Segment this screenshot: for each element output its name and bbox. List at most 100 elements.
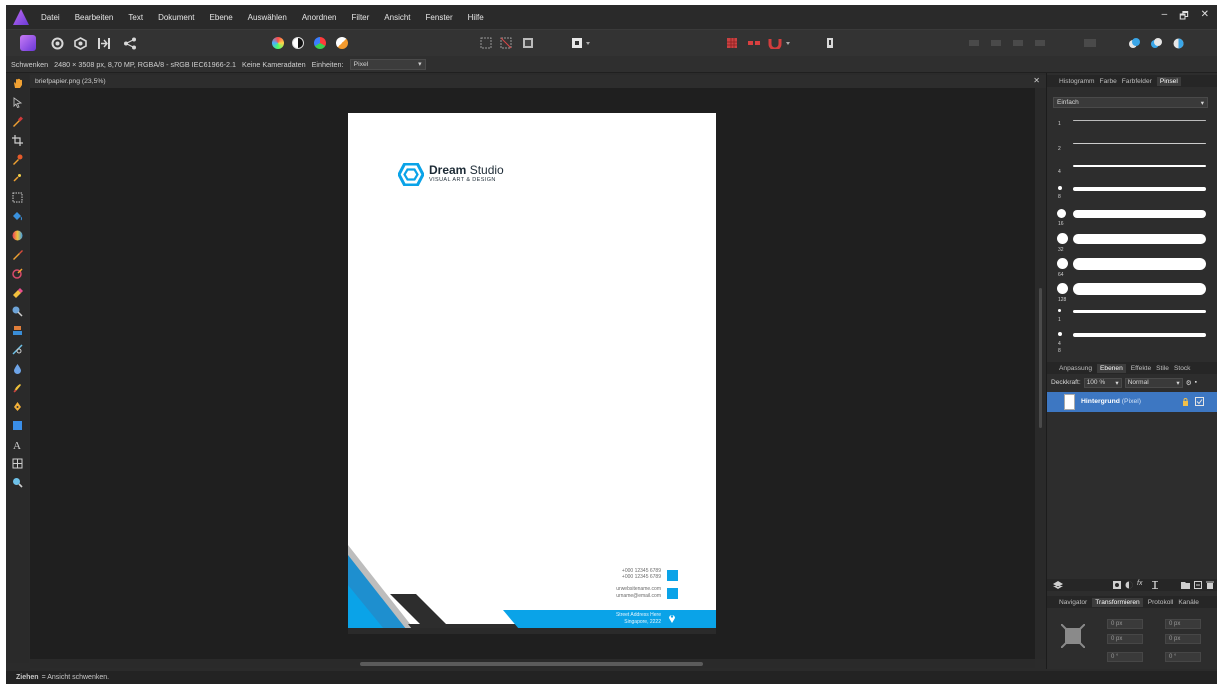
flood-select-tool-icon[interactable] xyxy=(12,173,23,184)
dodge-tool-icon[interactable] xyxy=(12,306,23,317)
gradient-tool-icon[interactable] xyxy=(12,230,23,241)
transform-x-field[interactable]: 0 px xyxy=(1107,619,1143,629)
vertical-scroll-thumb[interactable] xyxy=(1039,288,1042,428)
rectangular-marquee-tool-icon[interactable] xyxy=(12,192,23,203)
tab-histogramm[interactable]: Histogramm xyxy=(1059,78,1095,85)
mask-icon[interactable] xyxy=(1113,581,1121,589)
menu-anordnen[interactable]: Anordnen xyxy=(302,13,337,22)
brush-item[interactable]: 4 xyxy=(1053,330,1208,350)
horizontal-scrollbar[interactable] xyxy=(30,659,1035,668)
folder-icon[interactable] xyxy=(1181,581,1190,589)
close-document-icon[interactable]: ✕ xyxy=(1033,76,1040,85)
flood-fill-tool-icon[interactable] xyxy=(12,211,23,222)
brush-item[interactable]: 8 xyxy=(1053,184,1208,202)
vertical-scrollbar[interactable] xyxy=(1035,88,1046,659)
menu-text[interactable]: Text xyxy=(128,13,143,22)
crop-tool-icon[interactable] xyxy=(12,135,23,146)
menu-ansicht[interactable]: Ansicht xyxy=(384,13,410,22)
brush-item[interactable]: 32 xyxy=(1053,232,1208,256)
menu-dokument[interactable]: Dokument xyxy=(158,13,194,22)
rectangle-tool-icon[interactable] xyxy=(12,420,23,431)
menu-datei[interactable]: Datei xyxy=(41,13,60,22)
pen-tool-icon[interactable] xyxy=(12,401,23,412)
deselect-button[interactable] xyxy=(500,35,512,51)
auto-contrast-button[interactable] xyxy=(292,35,304,51)
develop-persona-button[interactable] xyxy=(74,35,87,51)
transform-width-field[interactable]: 0 px xyxy=(1165,619,1201,629)
tab-farbfelder[interactable]: Farbfelder xyxy=(1122,78,1152,85)
snapping-options-button[interactable] xyxy=(768,35,792,51)
smudge-tool-icon[interactable] xyxy=(12,382,23,393)
liquify-persona-button[interactable] xyxy=(51,35,64,51)
menu-bearbeiten[interactable]: Bearbeiten xyxy=(75,13,114,22)
menu-hilfe[interactable]: Hilfe xyxy=(468,13,484,22)
document-tab[interactable]: briefpapier.png (23,5%) ✕ xyxy=(30,75,1046,88)
layer-row[interactable]: Hintergrund (Pixel) xyxy=(1047,392,1217,412)
zoom-tool-icon[interactable] xyxy=(12,477,23,488)
tab-ebenen[interactable]: Ebenen xyxy=(1097,363,1126,373)
text-tool-icon[interactable]: A xyxy=(12,439,23,450)
anchor-point-icon[interactable] xyxy=(1061,624,1085,648)
restore-button[interactable]: 🗗 xyxy=(1179,9,1188,26)
opacity-dropdown[interactable]: 100 % ▾ xyxy=(1083,377,1122,388)
brush-item[interactable]: 8 xyxy=(1053,348,1208,355)
boolean-subtract-button[interactable] xyxy=(1150,35,1163,51)
move-tool-icon[interactable] xyxy=(12,97,23,108)
tab-protokoll[interactable]: Protokoll xyxy=(1148,599,1174,606)
menu-ebene[interactable]: Ebene xyxy=(210,13,233,22)
gear-icon[interactable]: ⚙ xyxy=(1186,379,1192,387)
tab-stile[interactable]: Stile xyxy=(1156,365,1169,372)
brush-item[interactable]: 16 xyxy=(1053,208,1208,230)
brush-item[interactable]: 1 xyxy=(1053,307,1208,325)
tab-pinsel[interactable]: Pinsel xyxy=(1156,76,1181,86)
close-button[interactable]: ✕ xyxy=(1201,9,1209,26)
menu-fenster[interactable]: Fenster xyxy=(426,13,453,22)
brush-item[interactable]: 4 xyxy=(1053,162,1208,176)
hand-tool-icon[interactable] xyxy=(12,78,23,89)
tab-effekte[interactable]: Effekte xyxy=(1131,365,1151,372)
horizontal-scroll-thumb[interactable] xyxy=(360,662,703,666)
canvas-area[interactable]: Dream Studio VISUAL ART & DESIGN +000 12… xyxy=(30,88,1035,659)
color-picker-tool-icon[interactable] xyxy=(12,116,23,127)
boolean-intersect-button[interactable] xyxy=(1172,35,1185,51)
lock-icon[interactable]: ▪ xyxy=(1195,379,1197,386)
transform-rotation-field[interactable]: 0 ° xyxy=(1107,652,1143,662)
export-persona-button[interactable] xyxy=(123,35,137,51)
snapping-button[interactable] xyxy=(747,35,761,51)
selection-brush-tool-icon[interactable] xyxy=(12,154,23,165)
new-layer-icon[interactable] xyxy=(1194,581,1202,589)
brush-item[interactable]: 128 xyxy=(1053,282,1208,306)
boolean-add-button[interactable] xyxy=(1128,35,1141,51)
tab-anpassung[interactable]: Anpassung xyxy=(1059,365,1092,372)
tab-farbe[interactable]: Farbe xyxy=(1100,78,1117,85)
trash-icon[interactable] xyxy=(1206,581,1214,589)
brush-item[interactable]: 1 xyxy=(1053,115,1208,127)
units-dropdown[interactable]: Pixel ▾ xyxy=(349,58,426,70)
photo-persona-button[interactable] xyxy=(20,35,36,51)
mesh-warp-tool-icon[interactable] xyxy=(12,458,23,469)
tab-kanaele[interactable]: Kanäle xyxy=(1178,599,1199,606)
transform-height-field[interactable]: 0 px xyxy=(1165,634,1201,644)
brush-item[interactable]: 64 xyxy=(1053,257,1208,281)
adjustment-icon[interactable] xyxy=(1125,581,1133,589)
blend-mode-dropdown[interactable]: Normal ▾ xyxy=(1124,377,1183,388)
blur-brush-tool-icon[interactable] xyxy=(12,363,23,374)
auto-colors-button[interactable] xyxy=(314,35,326,51)
transform-shear-field[interactable]: 0 ° xyxy=(1165,652,1201,662)
auto-white-balance-button[interactable] xyxy=(336,35,348,51)
erase-tool-icon[interactable] xyxy=(12,287,23,298)
color-replacement-tool-icon[interactable] xyxy=(12,268,23,279)
invert-selection-button[interactable] xyxy=(522,35,534,51)
menu-filter[interactable]: Filter xyxy=(352,13,370,22)
tab-navigator[interactable]: Navigator xyxy=(1059,599,1087,606)
lock-icon[interactable] xyxy=(1182,398,1189,406)
tone-mapping-persona-button[interactable] xyxy=(97,35,111,51)
assistant-button[interactable] xyxy=(726,35,738,51)
paint-brush-tool-icon[interactable] xyxy=(12,249,23,260)
clone-tool-icon[interactable] xyxy=(12,325,23,336)
quick-mask-button[interactable] xyxy=(572,35,592,51)
brush-category-dropdown[interactable]: Einfach ▾ xyxy=(1053,97,1208,108)
layers-stack-icon[interactable] xyxy=(1053,581,1063,589)
brush-item[interactable]: 2 xyxy=(1053,140,1208,152)
auto-levels-button[interactable] xyxy=(272,35,284,51)
